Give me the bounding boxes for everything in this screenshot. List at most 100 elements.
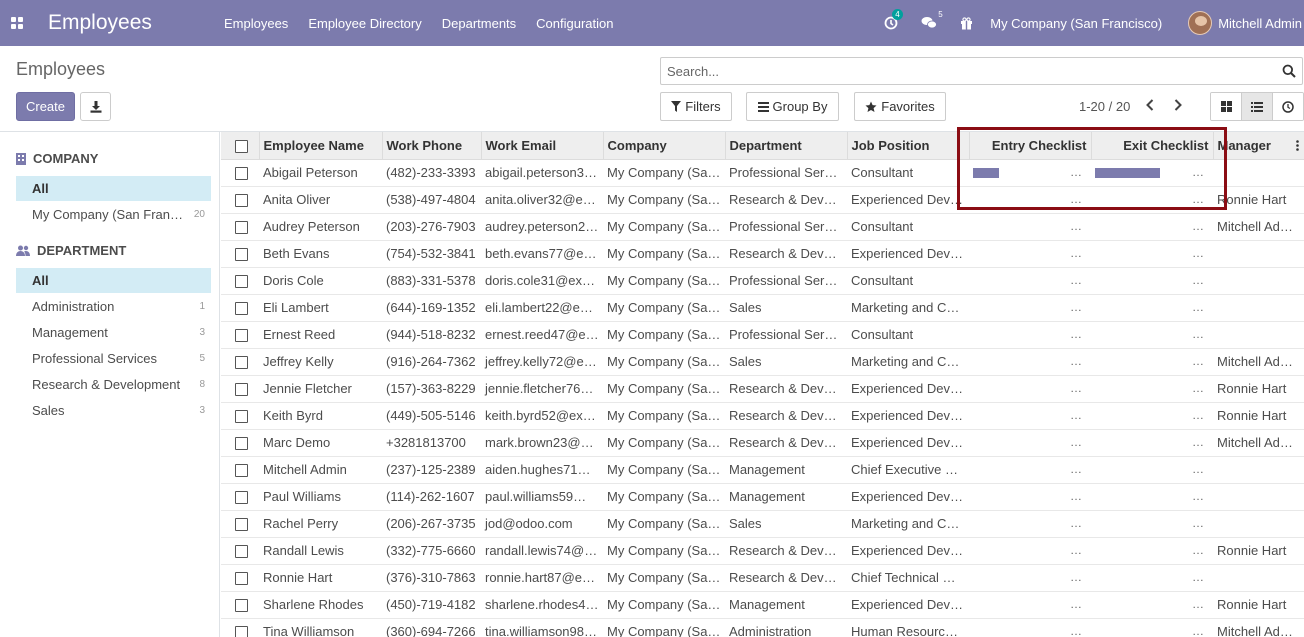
row-checkbox[interactable]: [235, 167, 248, 181]
row-checkbox[interactable]: [235, 518, 248, 532]
list-view-button[interactable]: [1242, 93, 1273, 120]
column-entry-checklist[interactable]: Entry Checklist: [968, 132, 1091, 160]
menu-departments[interactable]: Departments: [432, 16, 526, 31]
row-checkbox[interactable]: [235, 545, 248, 559]
company-cell: My Company (San Francisco): [603, 428, 725, 456]
gift-icon[interactable]: [960, 16, 973, 30]
job-position-cell: Human Resources Manager: [847, 617, 969, 637]
table-row[interactable]: Rachel Perry (206)-267-3735 jod@odoo.com My…: [221, 509, 1304, 537]
filters-button[interactable]: Filters: [660, 92, 732, 121]
row-checkbox[interactable]: [235, 221, 248, 235]
table-row[interactable]: Audrey Peterson (203)-276-7903 audrey.pete…: [221, 212, 1304, 240]
work-phone-cell: (237)-125-2389: [382, 455, 481, 483]
company-filter-my-company[interactable]: My Company (San Francisco) 20: [16, 202, 211, 227]
column-job-position[interactable]: Job Position: [846, 132, 969, 160]
app-title[interactable]: Employees: [34, 11, 214, 35]
department-filter-management[interactable]: Management 3: [16, 320, 211, 345]
table-row[interactable]: Anita Oliver (538)-497-4804 anita.oliver32…: [221, 185, 1304, 213]
table-row[interactable]: Jennie Fletcher (157)-363-8229 jennie.flet…: [221, 374, 1304, 402]
export-button[interactable]: [80, 92, 111, 121]
department-filter-all[interactable]: All: [16, 268, 211, 293]
activity-view-button[interactable]: [1273, 93, 1303, 120]
table-row[interactable]: Sharlene Rhodes (450)-719-4182 sharlene.rh…: [221, 590, 1304, 618]
row-checkbox[interactable]: [235, 302, 248, 316]
apps-menu-icon[interactable]: [0, 0, 34, 46]
table-row[interactable]: Ronnie Hart (376)-310-7863 ronnie.hart87@e…: [221, 563, 1304, 591]
column-manager[interactable]: Manager: [1212, 132, 1304, 160]
messages-icon[interactable]: 5: [921, 10, 943, 30]
work-email-cell: anita.oliver32@example.com: [481, 185, 603, 213]
department-cell: Research & Development: [725, 536, 847, 564]
optional-columns-icon[interactable]: [1295, 140, 1299, 151]
row-checkbox[interactable]: [235, 572, 248, 586]
company-cell: My Company (San Francisco): [603, 563, 725, 591]
column-company[interactable]: Company: [602, 132, 725, 160]
table-row[interactable]: Paul Williams (114)-262-1607 paul.williams…: [221, 482, 1304, 510]
groupby-button[interactable]: Group By: [746, 92, 839, 121]
menu-configuration[interactable]: Configuration: [526, 16, 623, 31]
search-input[interactable]: [661, 58, 1261, 84]
pager-previous-icon[interactable]: [1146, 99, 1154, 111]
column-work-email[interactable]: Work Email: [480, 132, 603, 160]
column-exit-checklist[interactable]: Exit Checklist: [1090, 132, 1213, 160]
select-all-checkbox[interactable]: [235, 139, 248, 153]
kanban-view-button[interactable]: [1211, 93, 1242, 120]
department-cell: Professional Services: [725, 212, 847, 240]
row-checkbox[interactable]: [235, 491, 248, 505]
employee-name-cell: Paul Williams: [259, 482, 382, 510]
row-checkbox[interactable]: [235, 464, 248, 478]
table-row[interactable]: Abigail Peterson (482)-233-3393 abigail.pe…: [221, 158, 1304, 186]
department-filter-research-development[interactable]: Research & Development 8: [16, 372, 211, 397]
row-checkbox[interactable]: [235, 356, 248, 370]
manager-cell: [1213, 455, 1304, 483]
row-checkbox[interactable]: [235, 275, 248, 289]
row-checkbox[interactable]: [235, 329, 248, 343]
row-checkbox[interactable]: [235, 194, 248, 208]
user-avatar[interactable]: [1188, 11, 1213, 35]
favorites-button[interactable]: Favorites: [854, 92, 946, 121]
table-row[interactable]: Ernest Reed (944)-518-8232 ernest.reed47@e…: [221, 320, 1304, 348]
table-row[interactable]: Eli Lambert (644)-169-1352 eli.lambert22@e…: [221, 293, 1304, 321]
user-menu[interactable]: Mitchell Admin: [1218, 16, 1302, 31]
row-checkbox[interactable]: [235, 626, 248, 637]
table-row[interactable]: Mitchell Admin (237)-125-2389 aiden.hughes…: [221, 455, 1304, 483]
table-row[interactable]: Marc Demo+3281813700mark.brown23@example…: [221, 428, 1304, 456]
work-email-cell: randall.lewis74@example.com: [481, 536, 603, 564]
table-row[interactable]: Keith Byrd (449)-505-5146 keith.byrd52@exa…: [221, 401, 1304, 429]
table-row[interactable]: Jeffrey Kelly (916)-264-7362 jeffrey.kelly…: [221, 347, 1304, 375]
work-email-cell: keith.byrd52@example.com: [481, 401, 603, 429]
column-work-phone[interactable]: Work Phone: [381, 132, 481, 160]
job-position-cell: Experienced Developer: [847, 185, 969, 213]
more-icon: …: [1070, 164, 1083, 179]
activity-icon[interactable]: 4: [884, 9, 903, 30]
department-filter-professional-services[interactable]: Professional Services 5: [16, 346, 211, 371]
row-checkbox[interactable]: [235, 248, 248, 262]
filter-label: Sales: [32, 403, 65, 418]
row-checkbox[interactable]: [235, 437, 248, 451]
company-filter-all[interactable]: All: [16, 176, 211, 201]
row-checkbox[interactable]: [235, 599, 248, 613]
department-filter-sales[interactable]: Sales 3: [16, 398, 211, 423]
department-filter-administration[interactable]: Administration 1: [16, 294, 211, 319]
menu-employee-directory[interactable]: Employee Directory: [298, 16, 431, 31]
row-checkbox[interactable]: [235, 383, 248, 397]
employee-name-cell: Rachel Perry: [259, 509, 382, 537]
column-department[interactable]: Department: [724, 132, 847, 160]
company-switcher[interactable]: My Company (San Francisco): [990, 16, 1162, 31]
pager-next-icon[interactable]: [1174, 99, 1182, 111]
table-row[interactable]: Randall Lewis (332)-775-6660 randall.lewis…: [221, 536, 1304, 564]
entry-checklist-cell: …: [969, 563, 1091, 591]
table-row[interactable]: Beth Evans (754)-532-3841 beth.evans77@exa…: [221, 239, 1304, 267]
row-checkbox[interactable]: [235, 410, 248, 424]
job-position-cell: Marketing and Community Manager: [847, 509, 969, 537]
table-row[interactable]: Tina Williamson (360)-694-7266 tina.willia…: [221, 617, 1304, 637]
pager-value[interactable]: 1-20 / 20: [1079, 99, 1130, 114]
top-menu: Employees Employee Directory Departments…: [214, 16, 624, 31]
search-icon[interactable]: [1282, 64, 1296, 78]
company-cell: My Company (San Francisco): [603, 158, 725, 186]
column-employee-name[interactable]: Employee Name: [258, 132, 382, 160]
menu-employees[interactable]: Employees: [214, 16, 298, 31]
table-row[interactable]: Doris Cole (883)-331-5378 doris.cole31@exa…: [221, 266, 1304, 294]
filter-icon: [671, 101, 682, 112]
create-button[interactable]: Create: [16, 92, 75, 121]
